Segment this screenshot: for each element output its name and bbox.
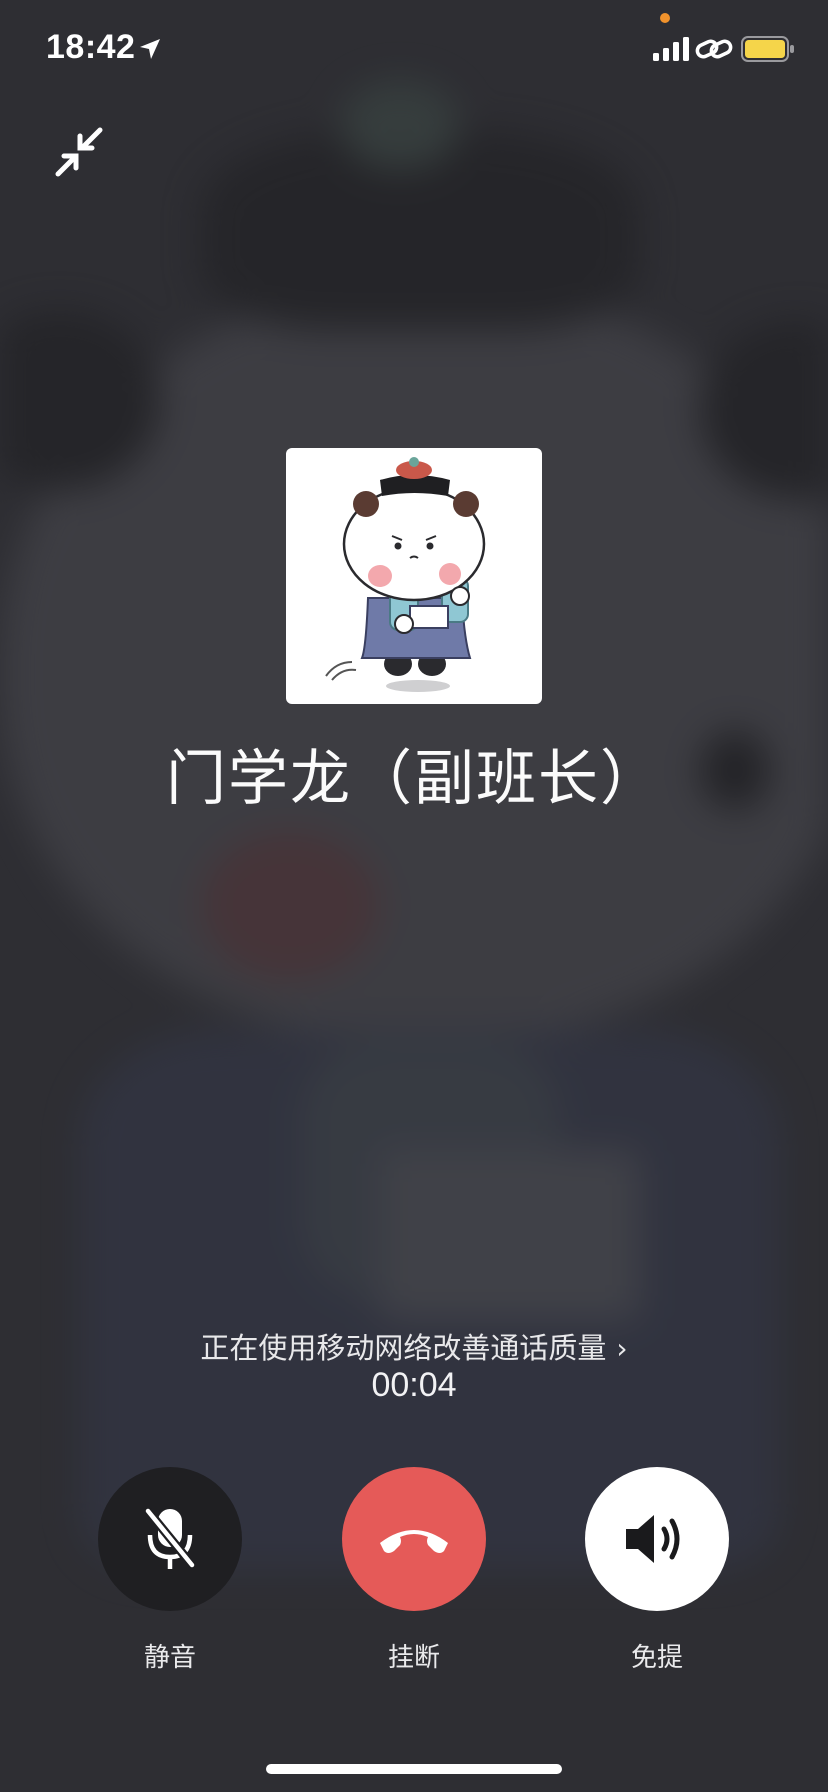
- battery-icon: [741, 36, 794, 62]
- chevron-right-icon: ›: [616, 1332, 628, 1365]
- privacy-indicator-dot: [660, 13, 670, 23]
- network-quality-tip[interactable]: 正在使用移动网络改善通话质量 ›: [0, 1325, 828, 1367]
- minimize-arrows-icon[interactable]: [52, 124, 108, 180]
- speaker-icon: [626, 1515, 680, 1563]
- network-tip-text: 正在使用移动网络改善通话质量: [200, 1331, 607, 1365]
- caller-avatar: [286, 448, 542, 704]
- bg-cheek: [200, 830, 380, 980]
- speaker-button[interactable]: [585, 1467, 729, 1611]
- status-time: 18:42: [46, 28, 136, 66]
- status-bar: 18:42: [0, 0, 828, 100]
- phone-hangup-icon: [380, 1530, 448, 1553]
- call-duration: 00:04: [371, 1366, 457, 1404]
- speaker-label: 免提: [630, 1643, 683, 1673]
- mute-button[interactable]: [98, 1467, 242, 1611]
- hangup-button[interactable]: [342, 1467, 486, 1611]
- panda-sticker-image: [325, 457, 486, 692]
- signal-icon: [653, 37, 689, 61]
- link-icon: [695, 39, 733, 59]
- bg-badge: [380, 1150, 640, 1320]
- caller-name: 门学龙（副班长）: [166, 744, 662, 814]
- microphone-off-icon: [144, 1508, 196, 1569]
- home-indicator[interactable]: [266, 1764, 562, 1774]
- voice-call-screen: 18:42 门学龙（副班长） 正在使用移动网络改善通话质量 › 00:04 静音…: [0, 0, 828, 1792]
- mute-label: 静音: [143, 1643, 196, 1673]
- hangup-label: 挂断: [387, 1643, 440, 1673]
- location-arrow-icon: [140, 39, 160, 59]
